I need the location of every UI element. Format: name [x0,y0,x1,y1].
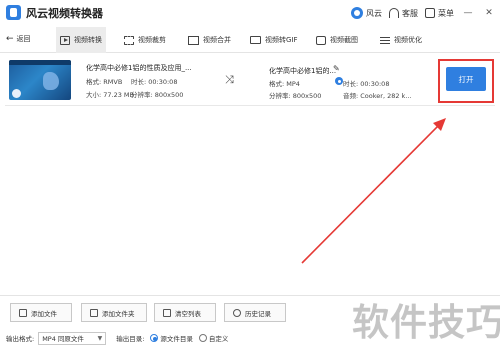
tab-video-optimize[interactable]: 视频优化 [376,27,426,53]
brand-button[interactable]: 风云 [351,7,382,19]
history-button[interactable]: 历史记录 [224,303,286,322]
tab-video-convert[interactable]: 视频转换 [56,27,106,53]
tab-label: 视频截图 [330,36,358,44]
clock-icon [233,308,241,317]
menu-label: 菜单 [438,8,454,18]
crop-icon [124,35,134,45]
app-title: 风云视频转换器 [26,7,103,20]
merge-icon [188,35,199,45]
tab-label: 视频裁剪 [138,36,166,44]
button-label: 历史记录 [245,309,271,318]
support-button[interactable]: 客服 [389,8,418,19]
title-bar: 风云视频转换器 风云 客服 菜单 — ✕ [0,0,500,26]
clear-list-button[interactable]: 清空列表 [154,303,216,322]
output-file-name: 化学高中必修1铝的... [269,67,337,75]
radio-custom-dir[interactable] [198,334,207,342]
brand-label: 风云 [366,8,382,18]
menu-icon [425,8,435,18]
folder-icon [90,308,98,317]
source-resolution: 分辨率: 800x500 [131,91,184,99]
annotation-highlight-box [438,59,494,103]
title-bar-actions: 风云 客服 菜单 — ✕ [351,4,496,22]
screenshot-icon [316,35,326,45]
output-dir-label: 输出目录: [116,335,145,343]
app-logo-icon [6,5,21,20]
output-audio: 音频: Cooker, 282 k... [343,92,412,100]
tab-video-merge[interactable]: 视频合并 [184,27,235,53]
tab-label: 视频转GIF [265,36,298,44]
minimize-button[interactable]: — [461,6,475,20]
support-label: 客服 [402,8,418,18]
back-label: 返回 [16,35,31,43]
tab-video-crop[interactable]: 视频裁剪 [120,27,170,53]
output-format-select[interactable]: MP4 同原文件 ▼ [38,331,107,345]
thumbnail-header [9,60,71,65]
source-format: 格式: RMVB [86,78,123,86]
output-format-value: MP4 同原文件 [42,335,84,343]
source-file-name: 化学高中必修1铝的性质及应用_... [86,64,192,72]
chevron-down-icon: ▼ [97,334,103,342]
output-settings-icon[interactable] [335,77,343,85]
back-button[interactable]: ← 返回 [6,34,31,44]
output-resolution: 分辨率: 800x500 [269,92,322,100]
tab-label: 视频转换 [74,36,102,44]
source-duration: 时长: 00:30:08 [131,78,178,86]
radio-source-dir-label: 源文件目录 [160,335,193,343]
file-icon [19,308,27,317]
video-thumbnail [9,60,71,100]
output-format: 格式: MP4 [269,80,300,88]
trash-icon [163,308,171,317]
edit-icon[interactable]: ✎ [333,64,340,73]
headset-icon [389,8,399,18]
add-file-button[interactable]: 添加文件 [10,303,72,322]
menu-button[interactable]: 菜单 [425,8,454,19]
tab-video-to-gif[interactable]: 视频转GIF [246,27,302,53]
gif-icon [250,36,261,44]
output-format-label: 输出格式: [6,335,35,343]
source-size: 大小: 77.23 MB [86,91,134,99]
file-list-item[interactable]: 化学高中必修1铝的性质及应用_... 格式: RMVB 时长: 00:30:08… [5,58,495,106]
fengyun-logo-icon [351,7,363,19]
radio-custom-dir-label: 自定义 [208,335,229,343]
add-folder-button[interactable]: 添加文件夹 [81,303,147,322]
play-icon [60,35,70,45]
output-options: 输出格式: MP4 同原文件 ▼ 输出目录: 源文件目录 自定义 [6,331,228,345]
watermark: 软件技巧 [352,301,500,344]
tab-label: 视频合并 [203,36,231,44]
feature-toolbar: ← 返回 视频转换 视频裁剪 视频合并 视频转GIF 视频截图 视频优化 [0,27,500,53]
button-label: 清空列表 [175,309,201,318]
output-duration: 时长: 00:30:08 [343,80,390,88]
thumbnail-badge-icon [12,89,21,98]
tune-icon [380,35,390,45]
radio-source-dir[interactable] [150,334,159,342]
convert-arrows-icon: ⤨ [225,73,234,86]
arrow-left-icon: ← [6,34,14,44]
button-label: 添加文件夹 [102,309,135,318]
button-label: 添加文件 [31,309,57,318]
thumbnail-figure [43,72,59,90]
tab-label: 视频优化 [394,36,422,44]
tab-video-screenshot[interactable]: 视频截图 [312,27,362,53]
close-button[interactable]: ✕ [482,6,496,20]
